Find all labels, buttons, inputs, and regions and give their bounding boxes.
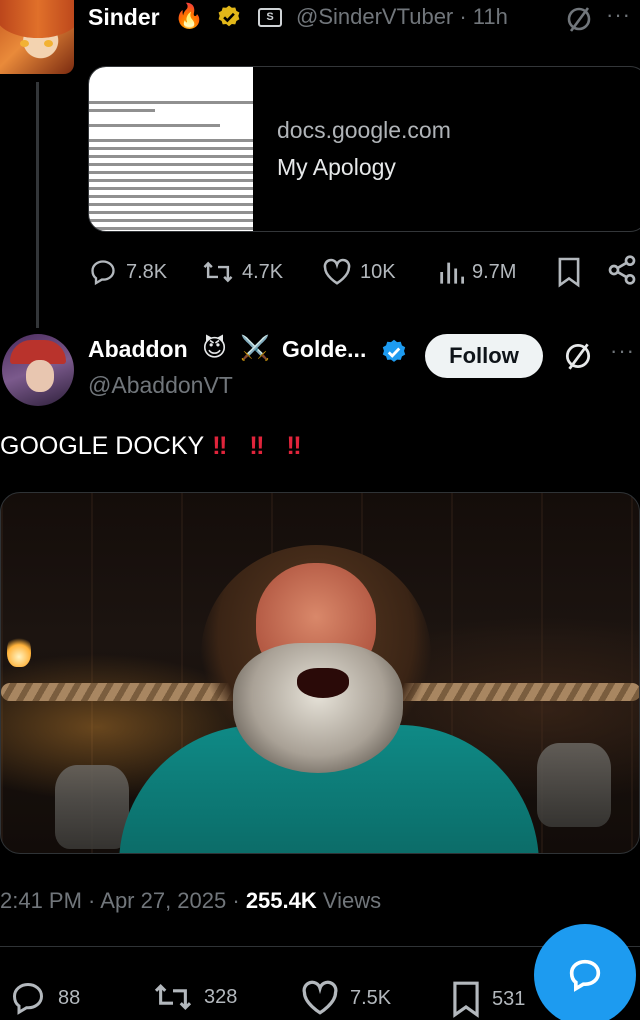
- repost-icon: [202, 258, 234, 286]
- tweet-body: GOOGLE DOCKY: [0, 432, 205, 460]
- avatar-abaddon[interactable]: [2, 334, 74, 406]
- link-domain: docs.google.com: [277, 117, 451, 143]
- heart-icon: [300, 980, 340, 1016]
- views-count: 255.4K: [245, 888, 317, 913]
- bookmark-button[interactable]: 531: [450, 980, 525, 1018]
- exclamation-emoji: ‼: [249, 432, 264, 460]
- author-name-suffix[interactable]: Golde...: [282, 336, 366, 363]
- views-button[interactable]: 9.7M: [438, 258, 516, 286]
- follow-button[interactable]: Follow: [425, 334, 543, 378]
- bookmark-icon: [450, 980, 482, 1018]
- repost-button[interactable]: 4.7K: [202, 258, 283, 286]
- handle-and-time[interactable]: @SinderVTuber · 11h: [296, 4, 508, 30]
- views-label: Views: [316, 888, 382, 913]
- avatar-sinder[interactable]: [0, 0, 74, 74]
- grok-icon[interactable]: [562, 340, 594, 372]
- reply-icon: [88, 258, 118, 286]
- bookmark-count: 531: [492, 987, 526, 1010]
- crossed-swords-emoji: ⚔️: [240, 335, 270, 362]
- exclamation-emoji: ‼: [286, 432, 301, 460]
- author-name[interactable]: Abaddon: [88, 336, 188, 363]
- reply-count: 88: [58, 986, 81, 1009]
- share-icon[interactable]: [606, 254, 638, 286]
- grok-icon[interactable]: [564, 4, 594, 34]
- author-name[interactable]: Sinder: [88, 4, 160, 31]
- subscriber-badge-icon: S: [258, 8, 282, 27]
- author-handle[interactable]: @AbaddonVT: [88, 372, 233, 399]
- media-image[interactable]: [0, 492, 640, 854]
- heart-icon: [322, 258, 352, 286]
- repost-count: 328: [204, 985, 238, 1008]
- repost-icon: [152, 980, 194, 1014]
- timestamp-text: 2:41 PM · Apr 27, 2025 ·: [0, 888, 246, 913]
- like-count: 10K: [360, 260, 396, 283]
- chat-bubble-icon: [565, 955, 605, 995]
- fire-emoji: 🔥: [174, 3, 204, 30]
- link-card[interactable]: docs.google.com My Apology: [88, 66, 640, 232]
- reply-count: 7.8K: [126, 260, 168, 283]
- reply-icon: [8, 980, 48, 1016]
- reply-button[interactable]: 88: [8, 980, 80, 1016]
- link-title: My Apology: [277, 154, 396, 180]
- reply-button[interactable]: 7.8K: [88, 258, 167, 286]
- tweet-text: GOOGLE DOCKY ‼ ‼ ‼: [0, 432, 302, 461]
- compose-reply-button[interactable]: [534, 924, 636, 1020]
- tweet-timestamp[interactable]: 2:41 PM · Apr 27, 2025 · 255.4K Views: [0, 888, 381, 914]
- document-thumbnail: [89, 67, 253, 231]
- like-button[interactable]: 7.5K: [300, 980, 391, 1016]
- more-options-icon[interactable]: ···: [606, 2, 631, 28]
- thread-connector: [36, 82, 39, 328]
- bookmark-icon[interactable]: [556, 256, 582, 288]
- like-count: 7.5K: [350, 986, 392, 1009]
- exclamation-emoji: ‼: [212, 432, 227, 460]
- devil-emoji: 😈: [202, 335, 228, 362]
- repost-button[interactable]: 328: [152, 980, 237, 1014]
- views-count: 9.7M: [472, 260, 517, 283]
- repost-count: 4.7K: [242, 260, 284, 283]
- verified-blue-icon[interactable]: [380, 338, 408, 366]
- more-options-icon[interactable]: ···: [610, 338, 635, 364]
- analytics-icon: [438, 258, 464, 286]
- verified-gold-icon[interactable]: [216, 4, 242, 30]
- like-button[interactable]: 10K: [322, 258, 396, 286]
